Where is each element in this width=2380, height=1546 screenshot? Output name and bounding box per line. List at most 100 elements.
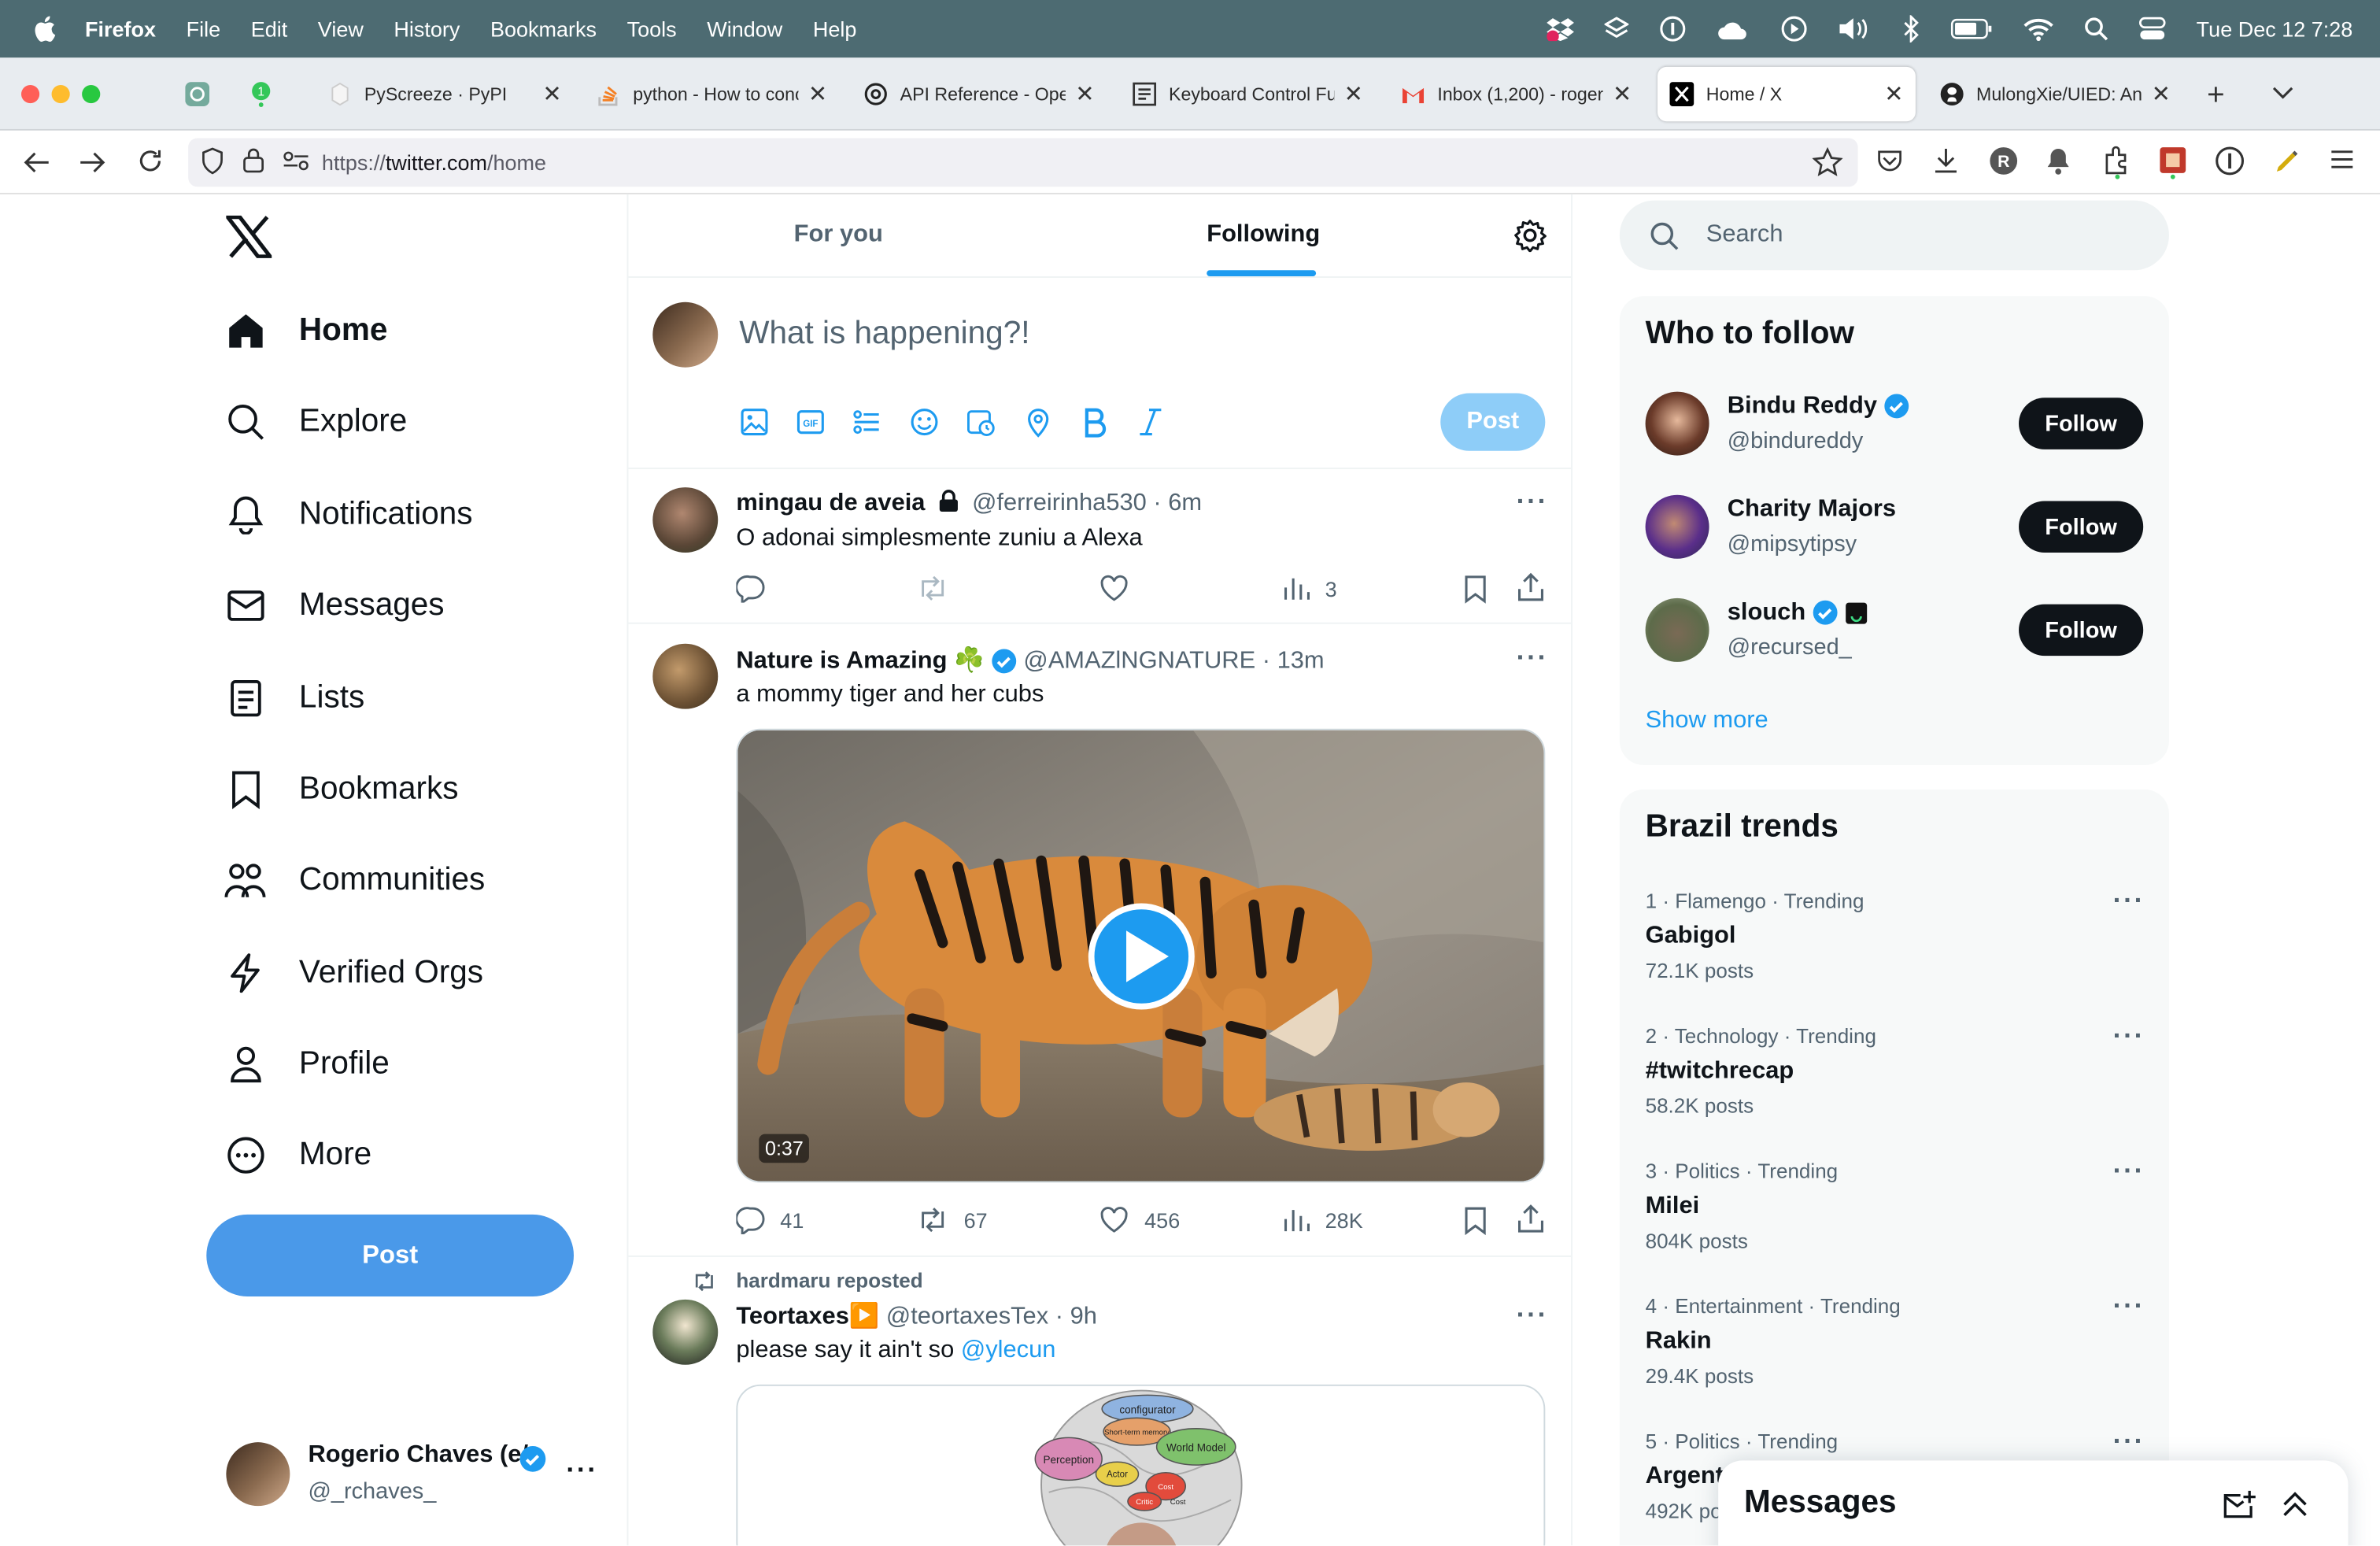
close-tab-icon[interactable]: ✕ <box>808 80 827 108</box>
reply-button[interactable]: 41 <box>736 1205 804 1234</box>
nav-verified-orgs[interactable]: Verified Orgs <box>224 943 483 1004</box>
tweet-time[interactable]: · 9h <box>1055 1304 1097 1330</box>
search-input[interactable]: Search <box>1706 222 1783 250</box>
bold-icon[interactable] <box>1081 405 1108 446</box>
new-tab-button[interactable]: + <box>2207 79 2225 113</box>
emoji-icon[interactable] <box>909 407 940 445</box>
italic-icon[interactable] <box>1137 405 1165 446</box>
tweet-author-name[interactable]: Teortaxes▶️ <box>736 1304 879 1330</box>
apple-icon[interactable] <box>31 15 58 43</box>
permissions-icon[interactable] <box>283 150 310 176</box>
close-tab-icon[interactable]: ✕ <box>542 80 561 108</box>
tab-stackoverflow[interactable]: python - How to conc ✕ <box>585 67 840 121</box>
close-tab-icon[interactable]: ✕ <box>1613 80 1632 108</box>
trend-more-icon[interactable]: ··· <box>2113 1290 2145 1322</box>
tweet-author-handle[interactable]: @ferreirinha530 <box>972 490 1147 516</box>
timeline-settings-gear-icon[interactable] <box>1513 219 1547 260</box>
tweet-avatar[interactable] <box>652 1299 719 1365</box>
tab-for-you[interactable]: For you <box>794 222 883 250</box>
menu-help[interactable]: Help <box>813 17 857 41</box>
tab-github[interactable]: MulongXie/UIED: An ✕ <box>1927 67 2182 121</box>
views-button[interactable]: 3 <box>1283 574 1337 603</box>
composer-avatar[interactable] <box>652 301 719 368</box>
close-tab-icon[interactable]: ✕ <box>2152 80 2171 108</box>
suggestion-name-row[interactable]: slouch <box>1728 600 1869 627</box>
wifi-icon[interactable] <box>2023 17 2054 42</box>
account-menu-icon[interactable]: ··· <box>566 1455 597 1487</box>
reposted-by[interactable]: hardmaru reposted <box>736 1269 922 1292</box>
follow-suggestion-avatar[interactable] <box>1645 597 1709 662</box>
dropbox-icon[interactable] <box>1547 17 1574 42</box>
tab-following[interactable]: Following <box>1207 222 1320 250</box>
location-pin-icon[interactable] <box>1023 405 1054 446</box>
media-icon[interactable] <box>739 407 770 445</box>
menu-view[interactable]: View <box>318 17 364 41</box>
tweet-mention-link[interactable]: @ylecun <box>961 1337 1056 1363</box>
bookmark-tweet-icon[interactable] <box>1462 574 1489 612</box>
account-avatar[interactable] <box>226 1442 290 1507</box>
tweet-author-name[interactable]: mingau de aveia <box>736 490 925 516</box>
trend-more-icon[interactable]: ··· <box>2113 1020 2145 1052</box>
extension-bell-icon[interactable] <box>2043 146 2074 183</box>
list-all-tabs-icon[interactable] <box>2271 82 2295 109</box>
trend-item[interactable]: 1 · Flamengo · Trending Gabigol 72.1K po… <box>1646 885 2146 986</box>
like-button[interactable] <box>1099 574 1144 603</box>
composer-input[interactable]: What is happening?! <box>739 316 1029 352</box>
downloads-icon[interactable] <box>1932 147 1960 182</box>
password-manager-icon[interactable] <box>1659 15 1687 43</box>
account-name-row[interactable]: Rogerio Chaves (e/ <box>309 1442 549 1470</box>
close-window-button[interactable] <box>21 85 40 104</box>
nav-profile[interactable]: Profile <box>224 1034 390 1094</box>
trend-more-icon[interactable]: ··· <box>2113 1156 2145 1188</box>
tweet-author-handle[interactable]: @AMAZlNGNATURE <box>1023 649 1255 675</box>
tweet-author-name[interactable]: Nature is Amazing ☘️ <box>736 649 984 675</box>
battery-icon[interactable] <box>1950 18 1993 39</box>
tweet-video[interactable]: 0:37 <box>736 728 1546 1183</box>
poll-icon[interactable] <box>852 407 882 445</box>
extension-1password-icon[interactable] <box>2215 146 2245 183</box>
menubar-clock[interactable]: Tue Dec 12 7:28 <box>2197 17 2353 41</box>
reply-button[interactable] <box>736 574 780 603</box>
play-circle-icon[interactable] <box>1780 15 1808 43</box>
hamburger-menu-icon[interactable] <box>2330 149 2354 178</box>
extension-red-icon[interactable] <box>2158 146 2189 187</box>
views-button[interactable]: 28K <box>1283 1205 1363 1234</box>
zoom-window-button[interactable] <box>82 85 101 104</box>
suggestion-name-row[interactable]: Bindu Reddy <box>1728 394 1910 421</box>
tab-home-x[interactable]: Home / X ✕ <box>1658 66 1916 122</box>
schedule-icon[interactable] <box>966 407 996 445</box>
gif-icon[interactable]: GIF <box>796 407 826 445</box>
follow-suggestion-avatar[interactable] <box>1645 494 1709 559</box>
trend-more-icon[interactable]: ··· <box>2113 885 2145 917</box>
tweet-avatar[interactable] <box>652 487 719 553</box>
nav-home[interactable]: Home <box>224 301 387 361</box>
nav-more[interactable]: More <box>224 1125 371 1185</box>
menu-window[interactable]: Window <box>707 17 782 41</box>
forward-icon[interactable] <box>79 149 106 183</box>
retweet-button[interactable] <box>917 574 964 603</box>
tab-openai-api[interactable]: API Reference - Open ✕ <box>852 67 1107 121</box>
nav-communities[interactable]: Communities <box>224 850 485 911</box>
tab-gmail[interactable]: Inbox (1,200) - rogeri ✕ <box>1389 67 1644 121</box>
trend-item[interactable]: 2 · Technology · Trending #twitchrecap 5… <box>1646 1020 2146 1122</box>
trend-more-icon[interactable]: ··· <box>2113 1426 2145 1458</box>
follow-button[interactable]: Follow <box>2019 604 2144 656</box>
tab-pinned-openai[interactable] <box>173 67 225 121</box>
menu-history[interactable]: History <box>394 17 460 41</box>
tweet-author-handle[interactable]: @teortaxesTex <box>886 1304 1048 1330</box>
extension-pen-icon[interactable] <box>2272 146 2303 183</box>
share-icon[interactable] <box>1517 1204 1546 1241</box>
close-tab-icon[interactable]: ✕ <box>1075 80 1094 108</box>
tab-keyboard-control[interactable]: Keyboard Control Fun ✕ <box>1120 67 1375 121</box>
back-icon[interactable] <box>23 149 50 183</box>
tweet-image[interactable]: configurator Short-term memory World Mod… <box>736 1384 1546 1546</box>
expand-drawer-icon[interactable] <box>2280 1489 2311 1527</box>
volume-icon[interactable] <box>1839 17 1872 41</box>
url-bar[interactable]: https://twitter.com/home <box>188 138 1858 187</box>
close-tab-icon[interactable]: ✕ <box>1344 80 1363 108</box>
nav-notifications[interactable]: Notifications <box>224 484 473 545</box>
spotlight-search-icon[interactable] <box>2084 17 2108 41</box>
tweet-time[interactable]: · 6m <box>1153 490 1202 516</box>
composer-post-button[interactable]: Post <box>1440 393 1546 451</box>
tweet-time[interactable]: · 13m <box>1262 649 1325 675</box>
